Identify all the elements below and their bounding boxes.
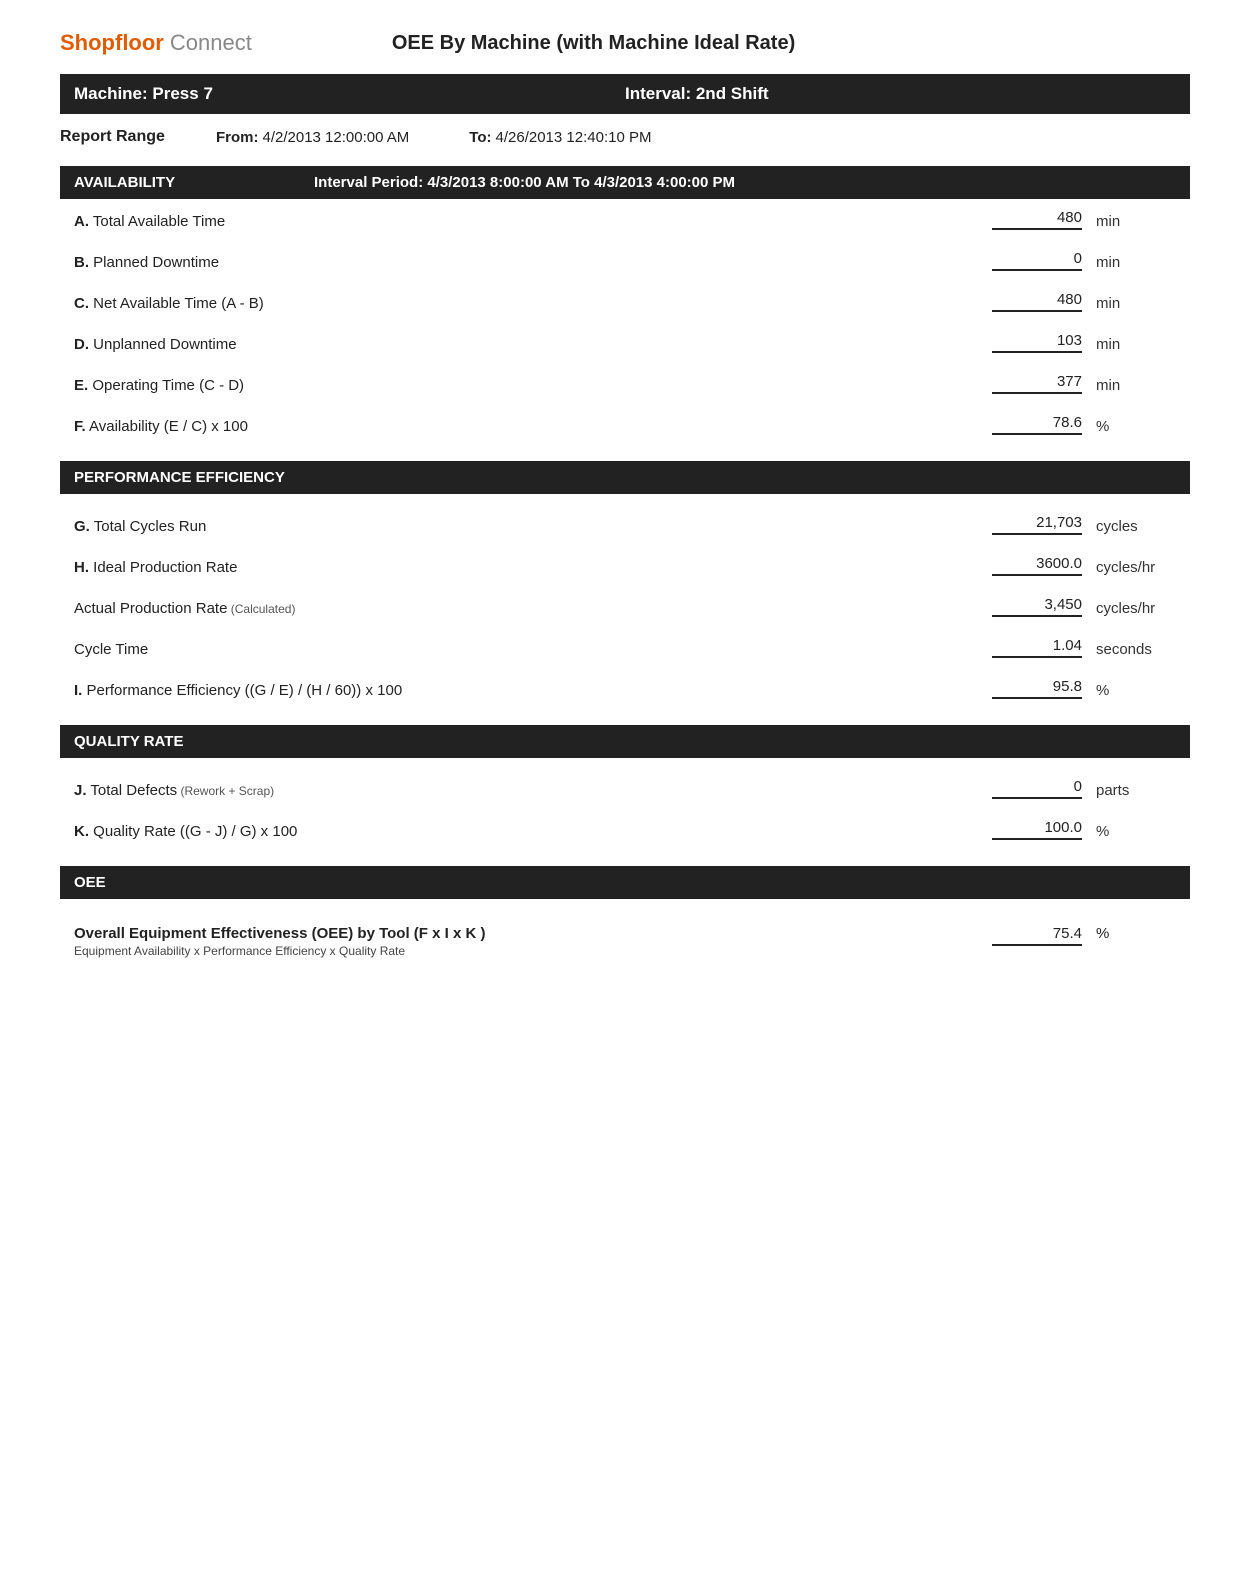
performance-row-value-3: 1.04 bbox=[992, 637, 1082, 658]
availability-title: AVAILABILITY bbox=[74, 174, 274, 191]
availability-rows: A. Total Available Time480minB. Planned … bbox=[60, 199, 1190, 445]
performance-title: PERFORMANCE EFFICIENCY bbox=[74, 469, 285, 486]
performance-rows: G. Total Cycles Run21,703 cycles H. Ideal … bbox=[60, 504, 1190, 709]
availability-row-unit-5: % bbox=[1096, 418, 1176, 435]
availability-row-unit-4: min bbox=[1096, 377, 1176, 394]
performance-row-unit-0: cycles bbox=[1096, 518, 1176, 535]
performance-row-0: G. Total Cycles Run21,703 cycles bbox=[60, 504, 1190, 539]
availability-row-unit-2: min bbox=[1096, 295, 1176, 312]
performance-row-unit-2: cycles/hr bbox=[1096, 600, 1176, 617]
availability-section-header: AVAILABILITY Interval Period: 4/3/2013 8… bbox=[60, 166, 1190, 199]
performance-section-header: PERFORMANCE EFFICIENCY bbox=[60, 461, 1190, 494]
availability-row-value-2: 480 bbox=[992, 291, 1082, 312]
availability-row-unit-3: min bbox=[1096, 336, 1176, 353]
quality-row-value-0: 0 bbox=[992, 778, 1082, 799]
availability-row-5: F. Availability (E / C) x 10078.6% bbox=[60, 404, 1190, 439]
availability-row-4: E. Operating Time (C - D)377 min bbox=[60, 363, 1190, 398]
performance-row-value-4: 95.8 bbox=[992, 678, 1082, 699]
logo-connect: Connect bbox=[170, 30, 252, 56]
quality-row-small-0: (Rework + Scrap) bbox=[177, 784, 274, 798]
report-range-label: Report Range bbox=[60, 128, 200, 146]
performance-row-unit-4: % bbox=[1096, 682, 1176, 699]
performance-row-small-2: (Calculated) bbox=[227, 602, 295, 616]
report-range-to-label: To: bbox=[469, 129, 491, 146]
quality-title: QUALITY RATE bbox=[74, 733, 274, 750]
performance-row-value-1: 3600.0 bbox=[992, 555, 1082, 576]
performance-row-4: I. Performance Efficiency ((G / E) / (H … bbox=[60, 668, 1190, 703]
oee-row: Overall Equipment Effectiveness (OEE) by… bbox=[60, 915, 1190, 958]
performance-row-unit-3: seconds bbox=[1096, 641, 1176, 658]
availability-row-value-1: 0 bbox=[992, 250, 1082, 271]
availability-row-unit-0: min bbox=[1096, 213, 1176, 230]
availability-row-0: A. Total Available Time480 min bbox=[60, 199, 1190, 234]
availability-interval-period: Interval Period: 4/3/2013 8:00:00 AM To … bbox=[314, 174, 735, 191]
quality-row-value-1: 100.0 bbox=[992, 819, 1082, 840]
availability-row-value-5: 78.6 bbox=[992, 414, 1082, 435]
report-range-from-label: From: bbox=[216, 129, 259, 146]
availability-row-2: C. Net Available Time (A - B)480 min bbox=[60, 281, 1190, 316]
availability-row-value-4: 377 bbox=[992, 373, 1082, 394]
performance-row-label-1: H. Ideal Production Rate bbox=[74, 559, 992, 576]
oee-value: 75.4 bbox=[992, 925, 1082, 946]
availability-row-value-0: 480 bbox=[992, 209, 1082, 230]
performance-row-value-0: 21,703 bbox=[992, 514, 1082, 535]
machine-interval-bar: Machine: Press 7 Interval: 2nd Shift bbox=[60, 74, 1190, 114]
performance-row-value-2: 3,450 bbox=[992, 596, 1082, 617]
machine-name: Machine: Press 7 bbox=[74, 84, 625, 104]
availability-row-label-2: C. Net Available Time (A - B) bbox=[74, 295, 992, 312]
quality-row-unit-0: parts bbox=[1096, 782, 1176, 799]
oee-title: OEE bbox=[74, 874, 274, 891]
performance-row-2: Actual Production Rate (Calculated)3,450… bbox=[60, 586, 1190, 621]
performance-row-1: H. Ideal Production Rate3600.0 cycles/hr bbox=[60, 545, 1190, 580]
availability-row-label-4: E. Operating Time (C - D) bbox=[74, 377, 992, 394]
performance-row-label-4: I. Performance Efficiency ((G / E) / (H … bbox=[74, 682, 992, 699]
performance-row-label-0: G. Total Cycles Run bbox=[74, 518, 992, 535]
availability-row-label-0: A. Total Available Time bbox=[74, 213, 992, 230]
performance-row-label-2: Actual Production Rate (Calculated) bbox=[74, 600, 992, 617]
page-header: Shopfloor Connect OEE By Machine (with M… bbox=[60, 30, 1190, 56]
oee-label: Overall Equipment Effectiveness (OEE) by… bbox=[74, 925, 992, 958]
quality-row-label-0: J. Total Defects (Rework + Scrap) bbox=[74, 782, 992, 799]
oee-main-label: Overall Equipment Effectiveness (OEE) by… bbox=[74, 925, 992, 942]
quality-section-header: QUALITY RATE bbox=[60, 725, 1190, 758]
quality-row-0: J. Total Defects (Rework + Scrap)0 parts bbox=[60, 768, 1190, 803]
availability-row-value-3: 103 bbox=[992, 332, 1082, 353]
oee-sub-label: Equipment Availability x Performance Eff… bbox=[74, 944, 992, 958]
report-range-to-value: 4/26/2013 12:40:10 PM bbox=[496, 129, 652, 146]
performance-row-3: Cycle Time1.04 seconds bbox=[60, 627, 1190, 662]
quality-row-1: K. Quality Rate ((G - J) / G) x 100100.0… bbox=[60, 809, 1190, 844]
interval-value: Interval: 2nd Shift bbox=[625, 84, 1176, 104]
availability-row-label-5: F. Availability (E / C) x 100 bbox=[74, 418, 992, 435]
oee-section-header: OEE bbox=[60, 866, 1190, 899]
availability-row-3: D. Unplanned Downtime103 min bbox=[60, 322, 1190, 357]
quality-rows: J. Total Defects (Rework + Scrap)0 parts K… bbox=[60, 768, 1190, 850]
quality-row-unit-1: % bbox=[1096, 823, 1176, 840]
availability-row-label-3: D. Unplanned Downtime bbox=[74, 336, 992, 353]
performance-row-unit-1: cycles/hr bbox=[1096, 559, 1176, 576]
quality-row-label-1: K. Quality Rate ((G - J) / G) x 100 bbox=[74, 823, 992, 840]
report-range-from-value: 4/2/2013 12:00:00 AM bbox=[263, 129, 410, 146]
availability-row-unit-1: min bbox=[1096, 254, 1176, 271]
oee-unit: % bbox=[1096, 925, 1176, 942]
logo-shopfloor: Shopfloor bbox=[60, 30, 164, 56]
report-range-row: Report Range From: 4/2/2013 12:00:00 AM … bbox=[60, 128, 1190, 146]
report-title: OEE By Machine (with Machine Ideal Rate) bbox=[392, 32, 795, 55]
performance-row-label-3: Cycle Time bbox=[74, 641, 992, 658]
availability-row-label-1: B. Planned Downtime bbox=[74, 254, 992, 271]
availability-row-1: B. Planned Downtime0 min bbox=[60, 240, 1190, 275]
